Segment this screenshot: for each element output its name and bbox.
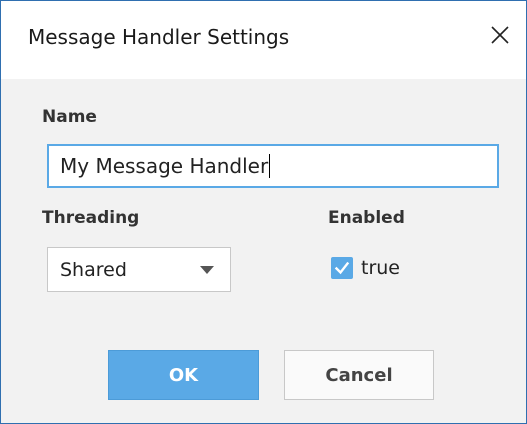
text-caret — [269, 154, 271, 178]
ok-button[interactable]: OK — [108, 350, 259, 400]
cancel-button[interactable]: Cancel — [284, 350, 434, 400]
title-bar: Message Handler Settings — [1, 1, 526, 79]
name-input-value: My Message Handler — [60, 154, 269, 178]
enabled-checkbox-label: true — [361, 257, 400, 279]
threading-select-value: Shared — [60, 259, 127, 281]
threading-select[interactable]: Shared — [47, 247, 231, 292]
chevron-down-icon — [200, 266, 214, 274]
message-handler-settings-dialog: Message Handler Settings Name My Message… — [0, 0, 527, 424]
threading-label: Threading — [42, 208, 140, 228]
dialog-body: Name My Message Handler Threading Shared… — [1, 79, 526, 423]
enabled-label: Enabled — [328, 208, 405, 228]
close-button[interactable] — [484, 19, 516, 51]
checkmark-icon — [334, 261, 350, 275]
name-input[interactable]: My Message Handler — [47, 144, 499, 188]
name-label: Name — [42, 107, 97, 127]
enabled-checkbox[interactable] — [331, 257, 353, 279]
enabled-checkbox-row[interactable]: true — [331, 256, 400, 280]
dialog-title: Message Handler Settings — [28, 25, 290, 49]
close-icon — [491, 26, 509, 44]
